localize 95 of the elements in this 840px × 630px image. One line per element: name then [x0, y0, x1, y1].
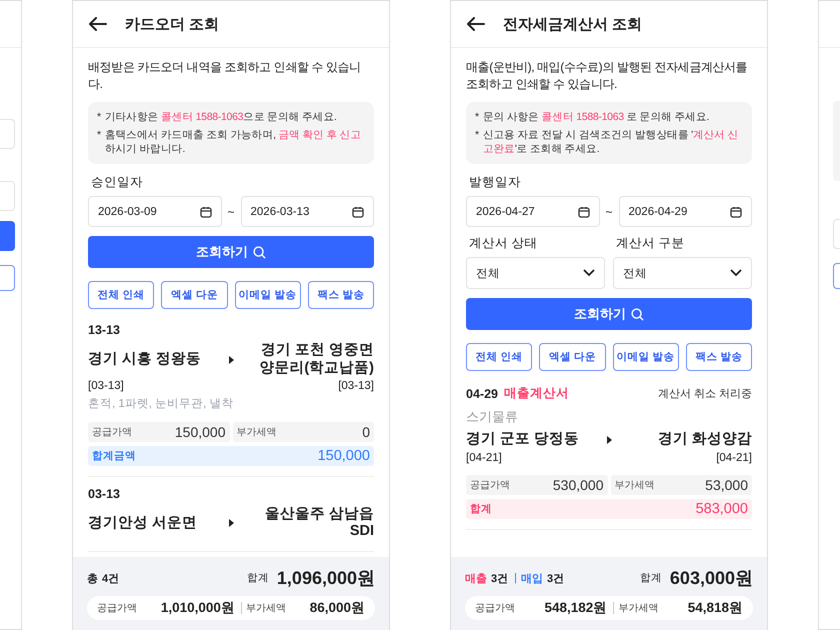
- company-name: 스기물류: [466, 408, 519, 426]
- dropdown[interactable]: 전체: [466, 257, 605, 290]
- date-field[interactable]: 2026-04-29: [618, 196, 752, 228]
- amount-label: 공급가액: [470, 478, 510, 492]
- amount-label: 부가세액: [618, 602, 658, 615]
- amount-label: 부가세액: [236, 426, 276, 439]
- invoice-type: 매출계산서: [504, 385, 569, 402]
- search-icon: [631, 308, 644, 321]
- action-button[interactable]: 전체 인쇄: [88, 281, 154, 310]
- amount-label: 공급가액: [92, 426, 132, 439]
- arrow-right-icon: [228, 519, 234, 528]
- destination-place: 울산울주 삼남읍 SDI: [264, 506, 374, 541]
- amount-value: 86,000원: [310, 599, 365, 617]
- total-label: 합계: [470, 502, 492, 516]
- notice-text: 기타사항은 콜센터 1588-1063으로 문의해 주세요.: [104, 110, 337, 124]
- total-label: 합계: [246, 571, 269, 585]
- destination-place: 경기 포천 영중면 양문리(학교납품): [258, 342, 374, 377]
- origin-place: 경기 시흥 정왕동: [88, 350, 202, 368]
- origin-date: [03-13]: [88, 380, 124, 392]
- arrow-right-icon: [228, 356, 234, 364]
- search-button[interactable]: 조회하기: [88, 236, 374, 268]
- screen-title: 전자세금계산서 조회: [503, 14, 642, 34]
- amount-value: 0: [362, 424, 370, 440]
- dropdown[interactable]: 전체: [613, 257, 752, 290]
- calendar-icon: [200, 206, 212, 218]
- amount-value: 150,000: [174, 424, 226, 440]
- action-button[interactable]: 이메일 발송: [234, 281, 301, 310]
- notice-text: 홈택스에서 카드매출 조회 가능하며, 금액 확인 후 신고 하시기 바랍니다.: [104, 128, 362, 156]
- back-arrow-icon[interactable]: [89, 17, 107, 31]
- amount-value: 54,818원: [688, 599, 743, 617]
- field-label: 계산서 상태: [469, 235, 538, 252]
- action-button[interactable]: 전체 인쇄: [466, 343, 532, 372]
- action-button[interactable]: 팩스 발송: [686, 343, 752, 372]
- count-label: 매입: [520, 572, 543, 586]
- chevron-down-icon: [583, 269, 595, 278]
- amount-value: 548,182원: [544, 599, 608, 617]
- amount-label: 부가세액: [246, 602, 286, 615]
- date-field[interactable]: 2026-03-09: [88, 196, 222, 228]
- total-value: 583,000: [696, 500, 748, 516]
- amount-value: 53,000: [705, 476, 748, 492]
- field-label: 계산서 구분: [616, 235, 686, 252]
- origin-place: 경기 군포 당정동: [466, 431, 580, 448]
- total-label: 합계: [640, 571, 662, 585]
- record-date: 04-29: [466, 386, 498, 401]
- bullet: *: [97, 110, 101, 124]
- record-status: 계산서 취소 처리중: [658, 387, 752, 402]
- count-label: 총: [87, 572, 98, 586]
- cargo-note: 혼적, 1파렛, 눈비무관, 낼착: [88, 396, 235, 411]
- field-label: 발행일자: [469, 174, 522, 192]
- range-separator: ~: [228, 204, 235, 219]
- bullet: *: [475, 128, 479, 143]
- amount-value: 530,000: [552, 476, 604, 492]
- total-value: 603,000원: [670, 567, 753, 590]
- search-icon: [253, 246, 266, 259]
- arrow-right-icon: [606, 436, 612, 444]
- amount-label: 공급가액: [97, 602, 137, 615]
- count-value: 3건: [491, 572, 508, 586]
- total-value: 150,000: [318, 448, 370, 464]
- amount-label: 부가세액: [614, 478, 654, 492]
- range-separator: ~: [606, 204, 613, 219]
- count-separator: |: [514, 572, 517, 584]
- amount-value: 1,010,000원: [160, 599, 235, 617]
- description: 배정받은 카드오더 내역을 조회하고 인쇄할 수 있습니다.: [88, 59, 362, 93]
- chevron-down-icon: [730, 269, 742, 278]
- destination-date: [04-21]: [716, 452, 752, 464]
- description: 매출(운반비), 매입(수수료)의 발행된 전자세금계산서를 조회하고 인쇄할 수 있습니다.: [466, 59, 748, 93]
- bullet: *: [475, 110, 479, 124]
- destination-date: [03-13]: [338, 380, 374, 392]
- back-arrow-icon[interactable]: [467, 17, 485, 31]
- calendar-icon: [352, 206, 364, 218]
- field-label: 승인일자: [91, 174, 144, 192]
- notice-text: 신고용 자료 전달 시 검색조건의 발행상태를 '계산서 신고완료'로 조회해 주세요.: [482, 128, 740, 156]
- date-field[interactable]: 2026-04-27: [466, 196, 600, 228]
- total-value: 1,096,000원: [276, 567, 375, 590]
- calendar-icon: [730, 206, 742, 218]
- total-label: 합계금액: [92, 448, 136, 463]
- count-value: 3건: [546, 572, 564, 586]
- screen-title: 카드오더 조회: [125, 14, 220, 34]
- destination-place: 경기 화성양감: [656, 431, 752, 448]
- action-button[interactable]: 이메일 발송: [612, 343, 679, 372]
- notice-text: 문의 사항은 콜센터 1588-1063 로 문의해 주세요.: [482, 110, 710, 124]
- count-label: 매출: [465, 572, 487, 586]
- record-date: 03-13: [88, 486, 120, 501]
- bullet: *: [97, 128, 101, 143]
- origin-date: [04-21]: [466, 452, 502, 464]
- search-button[interactable]: 조회하기: [466, 298, 752, 330]
- count-value: 4건: [102, 572, 120, 586]
- calendar-icon: [578, 206, 590, 218]
- action-button[interactable]: 팩스 발송: [308, 281, 374, 310]
- action-button[interactable]: 엑셀 다운: [161, 281, 228, 310]
- record-date: 13-13: [88, 323, 120, 338]
- amount-label: 공급가액: [475, 602, 515, 615]
- origin-place: 경기안성 서운면: [88, 514, 198, 532]
- action-button[interactable]: 엑셀 다운: [539, 343, 606, 372]
- date-field[interactable]: 2026-03-13: [240, 196, 374, 228]
